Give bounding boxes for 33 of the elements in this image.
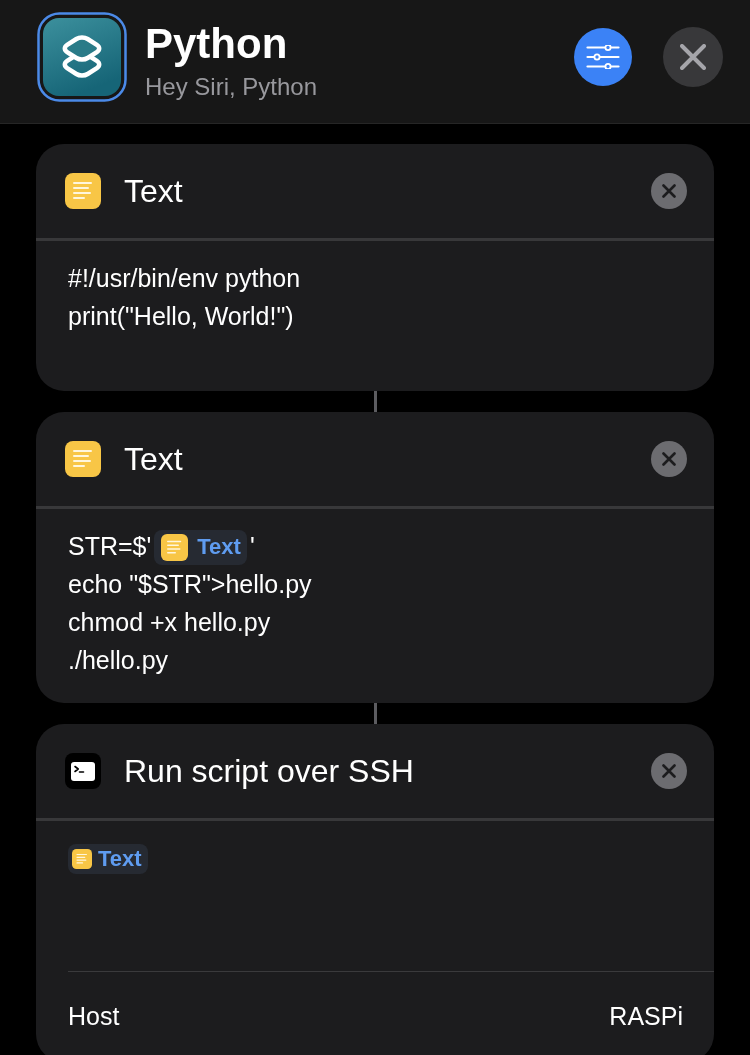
field-value[interactable]: RASPi bbox=[609, 998, 683, 1036]
remove-button[interactable] bbox=[651, 441, 687, 477]
document-icon bbox=[65, 441, 101, 477]
code-text: print("Hello, World!") bbox=[68, 301, 294, 333]
action-title: Text bbox=[124, 172, 183, 210]
code-text: chmod +x hello.py bbox=[68, 607, 271, 639]
code-text: #!/usr/bin/env python bbox=[68, 263, 301, 295]
field-label: Host bbox=[68, 1001, 120, 1033]
close-icon bbox=[662, 452, 676, 466]
document-icon bbox=[161, 533, 189, 561]
sliders-icon bbox=[586, 44, 620, 69]
connector-line bbox=[373, 703, 377, 724]
variable-token[interactable]: Text bbox=[68, 844, 148, 874]
close-icon bbox=[662, 184, 676, 198]
connector-line bbox=[373, 391, 377, 412]
code-text: echo "$STR">hello.py bbox=[68, 569, 312, 601]
document-icon bbox=[65, 173, 101, 209]
stacked-layers-icon[interactable] bbox=[37, 11, 127, 102]
code-text: ' bbox=[249, 531, 255, 563]
variable-token[interactable]: Text bbox=[154, 529, 247, 565]
close-icon bbox=[662, 764, 676, 778]
code-text: STR=$' bbox=[68, 531, 152, 563]
settings-button[interactable] bbox=[574, 27, 632, 86]
remove-button[interactable] bbox=[651, 753, 687, 789]
shortcut-subtitle: Hey Siri, Python bbox=[145, 72, 318, 101]
code-text: ./hello.py bbox=[68, 645, 169, 677]
shortcut-title: Python bbox=[145, 20, 289, 67]
close-icon bbox=[680, 43, 706, 70]
document-icon bbox=[72, 849, 92, 869]
remove-button[interactable] bbox=[651, 173, 687, 209]
action-title: Text bbox=[124, 440, 183, 478]
terminal-icon bbox=[65, 753, 101, 789]
action-title: Run script over SSH bbox=[124, 752, 414, 790]
